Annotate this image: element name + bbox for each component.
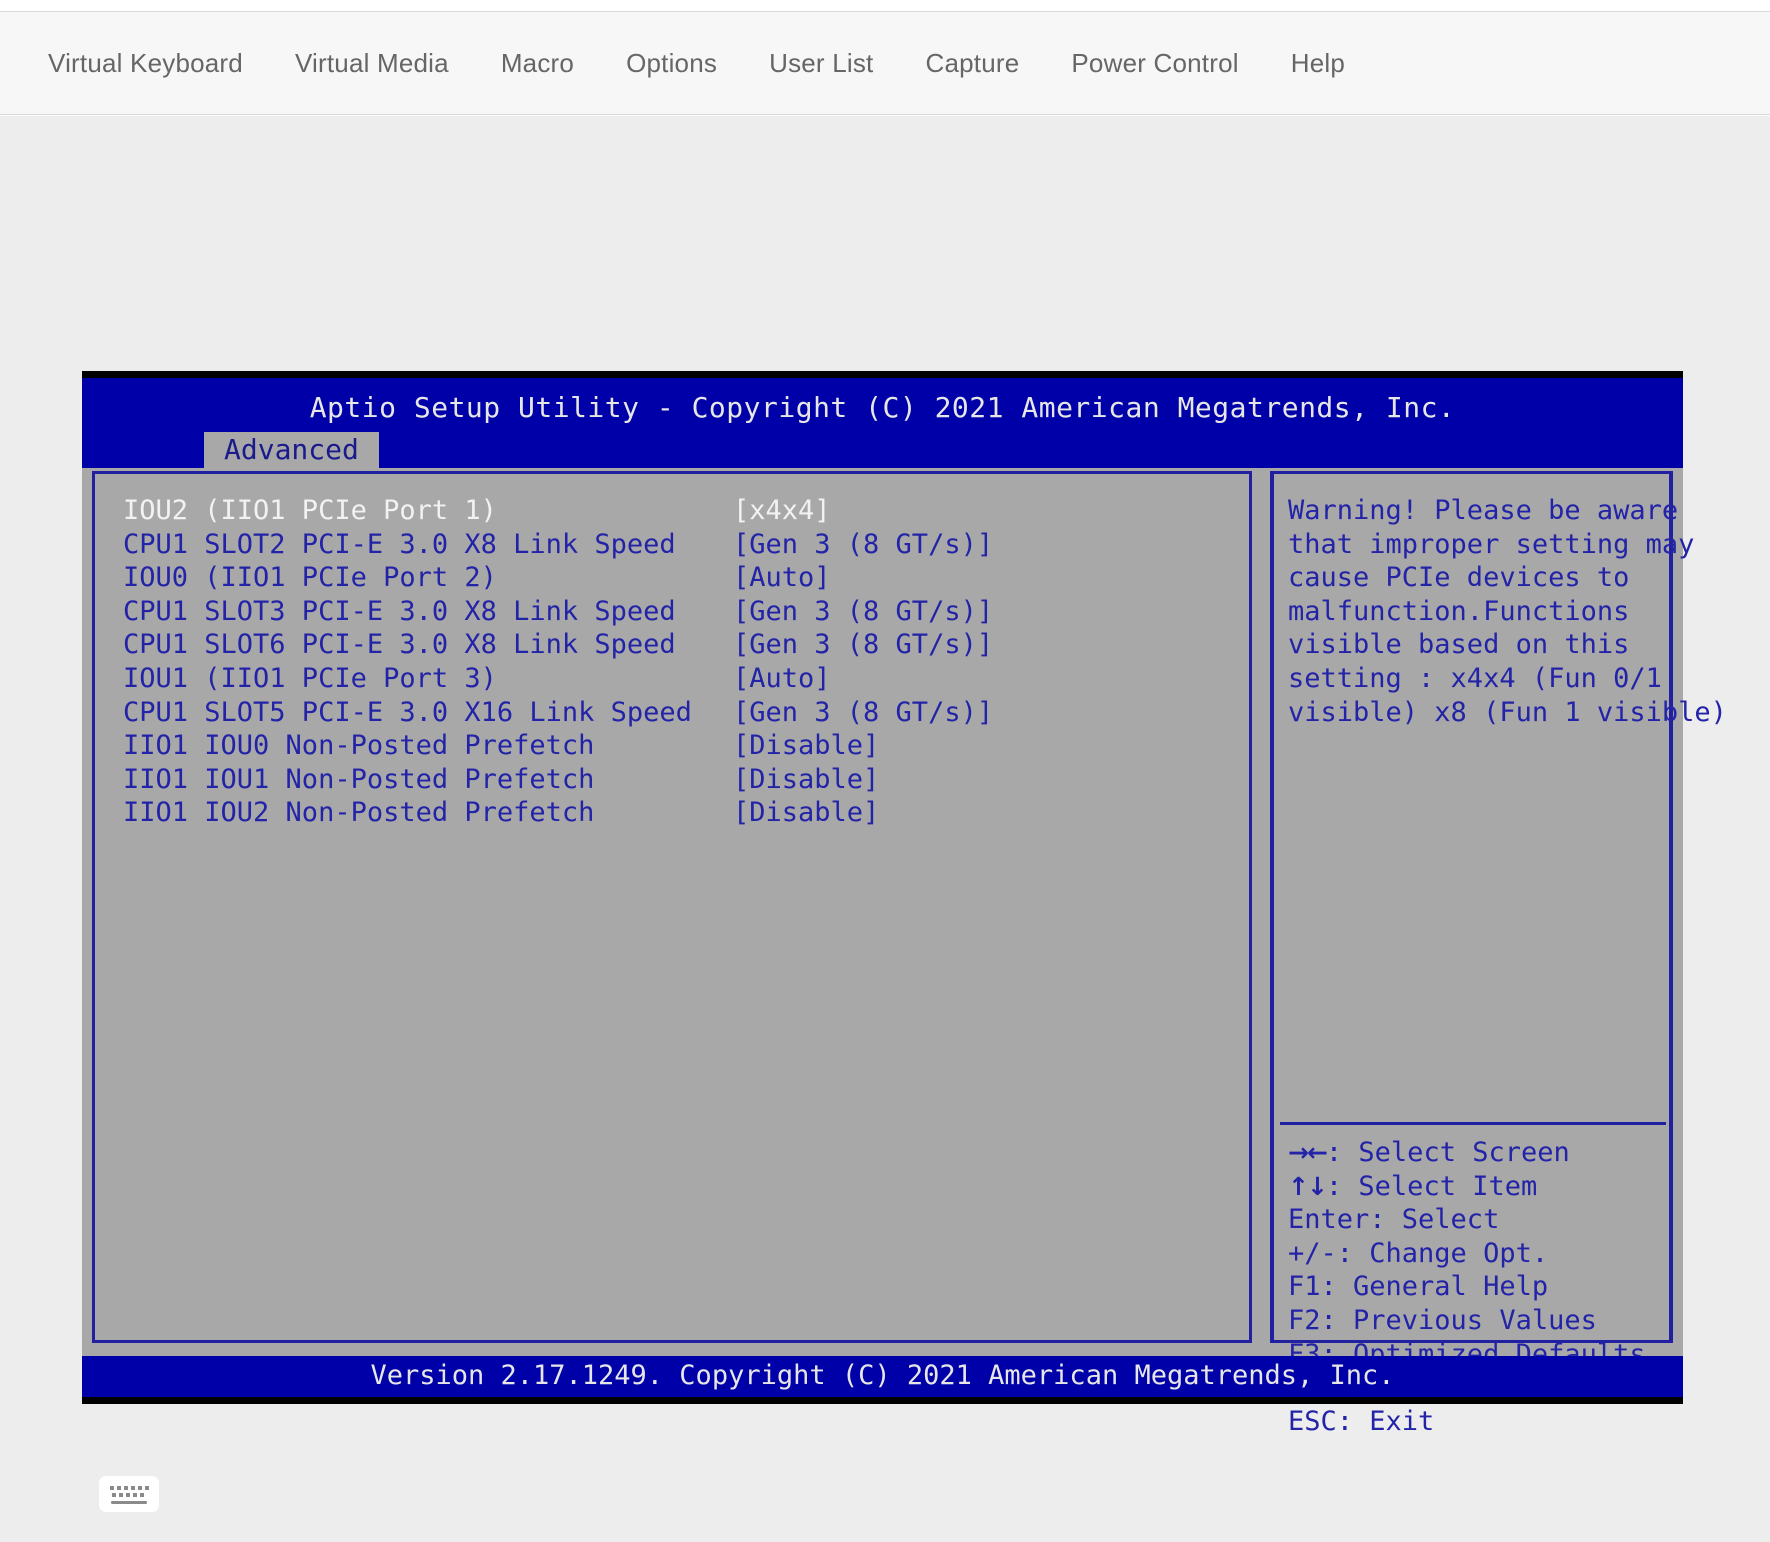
legend-item: →←: Select Screen <box>1288 1136 1670 1170</box>
bios-tab-strip: Advanced <box>82 432 1683 468</box>
setting-value[interactable]: [Auto] <box>733 561 1153 595</box>
legend-label: : Select Item <box>1325 1170 1538 1202</box>
setting-row[interactable]: CPU1 SLOT5 PCI-E 3.0 X16 Link Speed [Gen … <box>123 696 1238 730</box>
help-line: setting : x4x4 (Fun 0/1 <box>1288 662 1662 694</box>
setting-row[interactable]: IIO1 IOU1 Non-Posted Prefetch [Disable] <box>123 763 1238 797</box>
setting-row[interactable]: IOU1 (IIO1 PCIe Port 3) [Auto] <box>123 662 1238 696</box>
setting-label: IOU2 (IIO1 PCIe Port 1) <box>123 495 497 526</box>
setting-label: IIO1 IOU1 Non-Posted Prefetch <box>123 763 595 795</box>
arrow-keys-icon: ↑↓ <box>1288 1171 1328 1201</box>
menu-power-control[interactable]: Power Control <box>1071 48 1238 79</box>
legend-item: ↑↓: Select Item <box>1288 1170 1670 1204</box>
legend-label: : Select Screen <box>1325 1137 1570 1168</box>
setting-value[interactable]: [Gen 3 (8 GT/s)] <box>733 628 1153 662</box>
tab-advanced[interactable]: Advanced <box>204 432 379 468</box>
setting-label: IIO1 IOU0 Non-Posted Prefetch <box>123 730 595 762</box>
console-viewport: Aptio Setup Utility - Copyright (C) 2021… <box>0 116 1770 1542</box>
setting-value[interactable]: [Disable] <box>733 729 1153 763</box>
legend-item: +/-: Change Opt. <box>1288 1237 1549 1269</box>
bios-footer-bar: Version 2.17.1249. Copyright (C) 2021 Am… <box>82 1356 1683 1397</box>
setting-row[interactable]: CPU1 SLOT2 PCI-E 3.0 X8 Link Speed [Gen 3… <box>123 528 1238 562</box>
help-line: cause PCIe devices to <box>1288 562 1630 594</box>
setting-row[interactable]: CPU1 SLOT6 PCI-E 3.0 X8 Link Speed [Gen 3… <box>123 628 1238 662</box>
setting-row[interactable]: IIO1 IOU0 Non-Posted Prefetch [Disable] <box>123 729 1238 763</box>
legend-item: Enter: Select <box>1288 1204 1500 1236</box>
setting-value[interactable]: [Disable] <box>733 796 1153 830</box>
setting-value[interactable]: [Gen 3 (8 GT/s)] <box>733 528 1153 562</box>
setting-row[interactable]: IOU2 (IIO1 PCIe Port 1) [x4x4] <box>123 494 1238 528</box>
bios-title: Aptio Setup Utility - Copyright (C) 2021… <box>309 391 1456 424</box>
menu-capture[interactable]: Capture <box>925 48 1019 79</box>
setting-value[interactable]: [Disable] <box>733 763 1153 797</box>
legend-item: F1: General Help <box>1288 1271 1549 1303</box>
console-bottom-border <box>82 1397 1683 1404</box>
help-divider <box>1280 1122 1666 1125</box>
virtual-keyboard-toggle-button[interactable] <box>99 1476 159 1512</box>
setting-label: IIO1 IOU2 Non-Posted Prefetch <box>123 797 595 829</box>
setting-row[interactable]: IOU0 (IIO1 PCIe Port 2) [Auto] <box>123 561 1238 595</box>
setting-value[interactable]: [x4x4] <box>733 494 1153 528</box>
setting-value[interactable]: [Gen 3 (8 GT/s)] <box>733 595 1153 629</box>
legend-item: F2: Previous Values <box>1288 1304 1597 1336</box>
console-top-border <box>82 371 1683 378</box>
window-top-strip <box>0 0 1770 12</box>
kvm-toolbar: Virtual Keyboard Virtual Media Macro Option… <box>0 12 1770 115</box>
help-line: malfunction.Functions <box>1288 595 1630 627</box>
setting-value[interactable]: [Auto] <box>733 662 1153 696</box>
help-line: Warning! Please be aware <box>1288 495 1679 526</box>
setting-label: CPU1 SLOT2 PCI-E 3.0 X8 Link Speed <box>123 528 676 560</box>
keyboard-icon <box>110 1486 149 1504</box>
help-description: Warning! Please be aware that improper se… <box>1288 494 1727 729</box>
settings-panel: IOU2 (IIO1 PCIe Port 1) [x4x4] CPU1 SLOT2 … <box>92 471 1252 1343</box>
help-panel: Warning! Please be aware that improper se… <box>1270 471 1727 1437</box>
setting-label: CPU1 SLOT3 PCI-E 3.0 X8 Link Speed <box>123 595 676 627</box>
menu-virtual-keyboard[interactable]: Virtual Keyboard <box>48 48 243 79</box>
setting-row[interactable]: IIO1 IOU2 Non-Posted Prefetch [Disable] <box>123 796 1238 830</box>
setting-label: IOU0 (IIO1 PCIe Port 2) <box>123 562 497 594</box>
arrow-keys-icon: →← <box>1288 1138 1328 1167</box>
legend-item: ESC: Exit <box>1288 1405 1435 1437</box>
menu-help[interactable]: Help <box>1291 48 1345 79</box>
menu-virtual-media[interactable]: Virtual Media <box>295 48 449 79</box>
menu-options[interactable]: Options <box>626 48 717 79</box>
menu-macro[interactable]: Macro <box>501 48 574 79</box>
help-line: visible) x8 (Fun 1 visible) <box>1288 696 1727 728</box>
menu-user-list[interactable]: User List <box>769 48 873 79</box>
bios-body: IOU2 (IIO1 PCIe Port 1) [x4x4] CPU1 SLOT2 … <box>82 468 1727 1437</box>
settings-list: IOU2 (IIO1 PCIe Port 1) [x4x4] CPU1 SLOT2 … <box>123 494 1238 830</box>
help-line: that improper setting may <box>1288 528 1695 560</box>
help-line: visible based on this <box>1288 629 1630 661</box>
setting-label: IOU1 (IIO1 PCIe Port 3) <box>123 662 497 694</box>
setting-label: CPU1 SLOT6 PCI-E 3.0 X8 Link Speed <box>123 629 676 661</box>
setting-value[interactable]: [Gen 3 (8 GT/s)] <box>733 696 1153 730</box>
setting-label: CPU1 SLOT5 PCI-E 3.0 X16 Link Speed <box>123 696 692 728</box>
bios-console-screen: Aptio Setup Utility - Copyright (C) 2021… <box>82 371 1727 1437</box>
setting-row[interactable]: CPU1 SLOT3 PCI-E 3.0 X8 Link Speed [Gen 3… <box>123 595 1238 629</box>
bios-version-text: Version 2.17.1249. Copyright (C) 2021 Am… <box>370 1360 1395 1391</box>
bios-header-bar: Aptio Setup Utility - Copyright (C) 2021… <box>82 378 1683 438</box>
